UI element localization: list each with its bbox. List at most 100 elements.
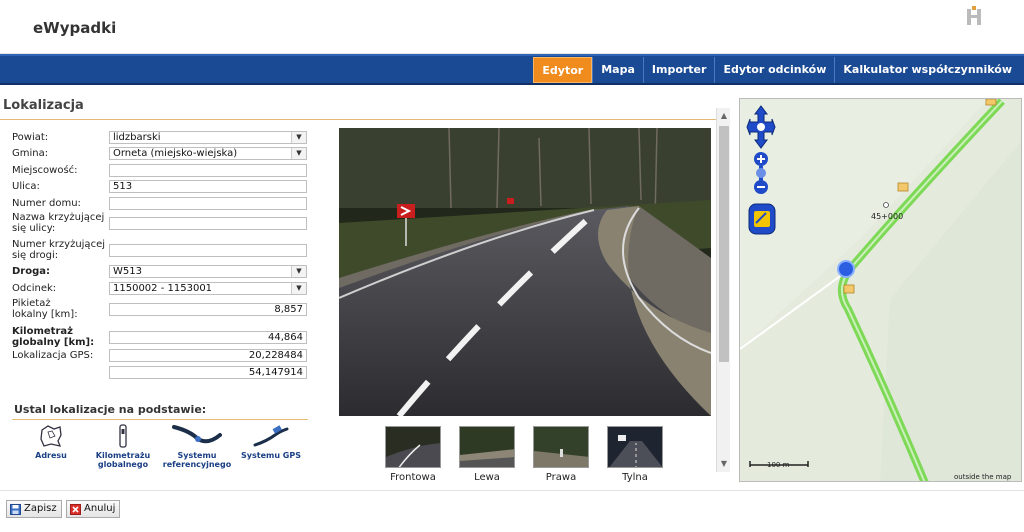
cancel-button[interactable]: Anuluj (66, 500, 121, 518)
krzyz-drogi-label-line1: Numer krzyżującej (12, 239, 105, 250)
odcinek-value: 1150002 - 1153001 (113, 283, 213, 294)
gmina-select[interactable]: Orneta (miejsko-wiejska) ▼ (109, 147, 307, 160)
road-photo (339, 128, 711, 416)
layers-icon[interactable] (748, 203, 776, 235)
row-numer-domu: Numer domu: (12, 197, 312, 210)
chevron-down-icon[interactable]: ▼ (291, 148, 306, 159)
gps-label: Lokalizacja GPS: (12, 350, 94, 361)
basis-referencyjny-button[interactable]: Systemu referencyjnego (162, 423, 232, 469)
pikietaz-label-line2: lokalny [km]: (12, 309, 78, 320)
miejscowosc-input[interactable] (109, 164, 307, 177)
pikietaz-input[interactable]: 8,857 (109, 302, 307, 316)
pikietaz-label-line1: Pikietaż (12, 298, 51, 309)
map-region-icon (40, 425, 62, 447)
chevron-down-icon[interactable]: ▼ (291, 132, 306, 143)
row-gmina: Gmina: Orneta (miejsko-wiejska) ▼ (12, 147, 312, 160)
row-ulica: Ulica: 513 (12, 180, 312, 193)
thumb-label-lewa: Lewa (474, 472, 500, 483)
location-panel: Lokalizacja Powiat: lidzbarski ▼ Gmina: O… (0, 96, 733, 486)
basis-referencyjny-line1: Systemu (177, 451, 217, 460)
chevron-down-icon[interactable]: ▼ (719, 459, 729, 469)
thumb-label-tylna: Tylna (622, 472, 648, 483)
ulica-input[interactable]: 513 (109, 180, 307, 193)
scale-label: 100 m (767, 461, 790, 469)
krzyz-drogi-label: Numer krzyżującej się drogi: (12, 239, 109, 261)
thumb-frontowa[interactable] (385, 426, 441, 468)
basis-gps-button[interactable]: Systemu GPS (236, 423, 306, 460)
tab-edytor[interactable]: Edytor (533, 57, 593, 83)
miejscowosc-label: Miejscowość: (12, 165, 78, 176)
tab-mapa[interactable]: Mapa (592, 57, 643, 83)
close-icon (70, 503, 81, 515)
kilometraz-label-line2: globalny [km]: (12, 337, 95, 348)
nav-tabs: Edytor Mapa Importer Edytor odcinków Kal… (533, 57, 1020, 83)
chainage-label: 45+000 (871, 212, 904, 221)
basis-address-button[interactable]: Adresu (16, 423, 86, 460)
basis-kilometraz-button[interactable]: Kilometrażu globalnego (88, 423, 158, 469)
droga-value: W513 (113, 266, 142, 277)
basis-options: Adresu Kilometrażu globalnego Systemu refe… (16, 423, 316, 473)
row-gps-2: 54,147914 (12, 366, 312, 379)
tab-kalkulator[interactable]: Kalkulator współczynników (834, 57, 1020, 83)
row-odcinek: Odcinek: 1150002 - 1153001 ▼ (12, 282, 312, 295)
cancel-label: Anuluj (84, 503, 116, 514)
pikietaz-label: Pikietaż lokalny [km]: (12, 298, 109, 320)
camera-thumbnails: Frontowa Lewa Prawa Tylna (385, 426, 685, 486)
odcinek-select[interactable]: 1150002 - 1153001 ▼ (109, 282, 307, 295)
app-title: eWypadki (33, 19, 117, 37)
krzyz-ulicy-input[interactable] (109, 216, 307, 230)
powiat-value: lidzbarski (113, 132, 161, 143)
map-attribution: outside the map (954, 473, 1012, 481)
gps-longitude-input[interactable]: 20,228484 (109, 349, 307, 362)
basis-gps-label: Systemu GPS (241, 451, 301, 460)
row-krzyz-ulicy: Nazwa krzyżującej się ulicy: (12, 212, 312, 234)
powiat-label: Powiat: (12, 132, 49, 143)
panel-scrollbar[interactable]: ▲ ▼ (716, 108, 730, 472)
thumb-tylna[interactable] (607, 426, 663, 468)
app-header: eWypadki (0, 0, 1024, 54)
panel-title: Lokalizacja (3, 98, 84, 113)
basis-address-label: Adresu (35, 451, 67, 460)
droga-select[interactable]: W513 ▼ (109, 265, 307, 278)
row-gps: Lokalizacja GPS: 20,228484 (12, 349, 312, 362)
gps-latitude-input[interactable]: 54,147914 (109, 366, 307, 379)
logo-icon (967, 6, 981, 25)
main-navbar: Edytor Mapa Importer Edytor odcinków Kal… (0, 54, 1024, 85)
chevron-down-icon[interactable]: ▼ (291, 283, 306, 294)
row-kilometraz: Kilometraż globalny [km]: 44,864 (12, 326, 312, 348)
basis-referencyjny-line2: referencyjnego (162, 460, 232, 469)
row-krzyz-drogi: Numer krzyżującej się drogi: (12, 239, 312, 261)
thumb-label-frontowa: Frontowa (390, 472, 436, 483)
basis-referencyjny-label: Systemu referencyjnego (162, 451, 232, 469)
krzyz-ulicy-label: Nazwa krzyżującej się ulicy: (12, 212, 109, 234)
tab-importer[interactable]: Importer (642, 57, 715, 83)
map-canvas (740, 99, 1021, 481)
thumb-lewa[interactable] (459, 426, 515, 468)
kilometraz-input[interactable]: 44,864 (109, 330, 307, 344)
basis-kilometraz-line2: globalnego (97, 460, 149, 469)
pan-control-icon[interactable] (746, 105, 776, 149)
save-icon (10, 503, 21, 515)
basis-title: Ustal lokalizacje na podstawie: (14, 403, 207, 416)
gmina-label: Gmina: (12, 148, 49, 159)
powiat-select[interactable]: lidzbarski ▼ (109, 131, 307, 144)
chevron-down-icon[interactable]: ▼ (291, 266, 306, 277)
krzyz-drogi-label-line2: się drogi: (12, 250, 59, 261)
krzyz-ulicy-label-line1: Nazwa krzyżującej (12, 212, 105, 223)
krzyz-ulicy-label-line2: się ulicy: (12, 223, 56, 234)
krzyz-drogi-input[interactable] (109, 243, 307, 257)
kilometraz-label: Kilometraż globalny [km]: (12, 326, 109, 348)
panel-divider (0, 119, 718, 120)
basis-kilometraz-label: Kilometrażu globalnego (88, 451, 158, 469)
row-pikietaz: Pikietaż lokalny [km]: 8,857 (12, 298, 312, 320)
tab-edytor-odcinkow[interactable]: Edytor odcinków (714, 57, 834, 83)
map-view[interactable]: 45+000 100 m outside the map (739, 98, 1022, 482)
save-button[interactable]: Zapisz (6, 500, 62, 518)
thumb-prawa[interactable] (533, 426, 589, 468)
numer-domu-input[interactable] (109, 197, 307, 210)
bottom-toolbar: Zapisz Anuluj (0, 490, 1024, 532)
chevron-up-icon[interactable]: ▲ (719, 111, 729, 121)
zoom-control-icon[interactable] (752, 151, 770, 195)
scroll-thumb[interactable] (719, 126, 729, 362)
satellite-icon (253, 425, 289, 447)
